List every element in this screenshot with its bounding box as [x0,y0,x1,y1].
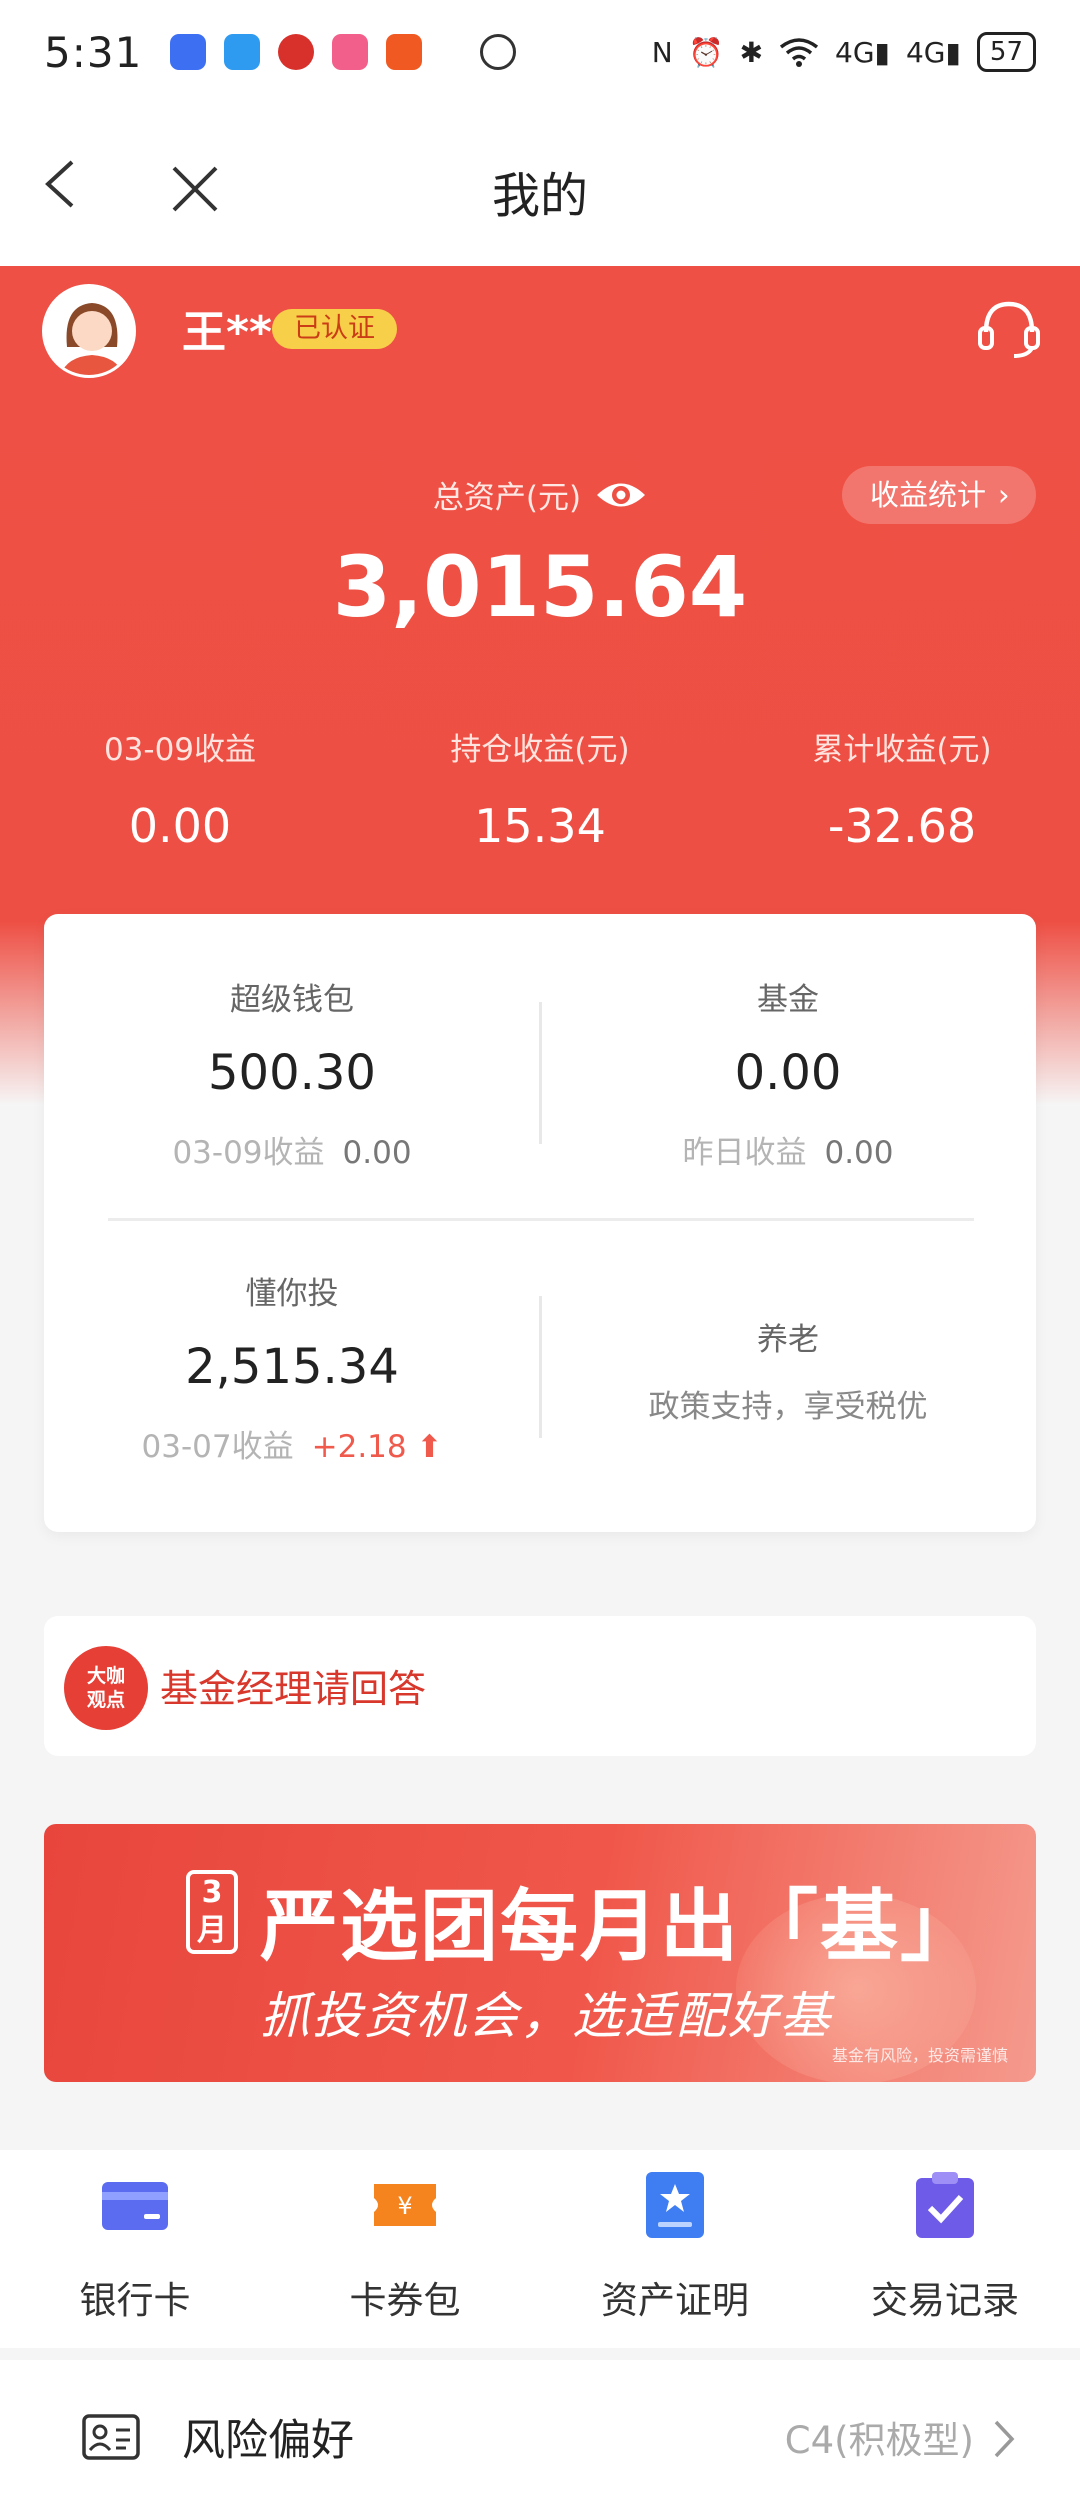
notification-icons [170,34,517,70]
asset-value: 2,515.34 [185,1339,399,1395]
customer-service-icon[interactable] [974,296,1044,362]
asset-sub: 03-07收益 +2.18 ⬆ [141,1429,443,1465]
metric-label: 累计收益(元) [812,732,992,768]
earnings-stats-label: 收益统计 [870,478,987,512]
message-notification-icon [224,34,261,70]
metric-label: 03-09收益 [103,732,257,768]
quick-action-label: 交易记录 [871,2279,1019,2322]
wifi-icon [779,38,819,67]
month-badge: 3 月 [186,1870,238,1954]
user-name: 王** [182,307,273,358]
avatar[interactable] [42,284,136,378]
records-icon [916,2172,974,2238]
asset-sub: 03-09收益 0.00 [172,1135,412,1171]
asset-breakdown-card: 超级钱包 500.30 03-09收益 0.00 基金 0.00 昨日收益 0.00… [44,914,1036,1532]
quick-action-coupons[interactable]: ¥ 卡券包 [270,2170,540,2324]
promo-banner[interactable]: 3 月 严选团每月出「基」 抓投资机会，选适配好基 基金有风险，投资需谨慎 [44,1824,1036,2082]
metric-value: -32.68 [827,799,977,853]
my-page-screen: 5:31 N ⏰ ✱ 4G▮ 4G▮ 57 我的 王** 已认证 总资产(元) … [0,0,1080,2504]
quick-action-label: 银行卡 [79,2279,191,2322]
fund-manager-title: 基金经理请回答 [160,1667,427,1711]
quick-actions: 银行卡 ¥ 卡券包 资产证明 交易记录 [0,2150,1080,2348]
asset-fund[interactable]: 基金 0.00 昨日收益 0.00 [540,974,1036,1172]
shopping-notification-icon [332,34,369,70]
eye-icon[interactable] [595,478,647,512]
arrow-up-icon: ⬆ [416,1429,443,1465]
metric-holding-earnings[interactable]: 持仓收益(元) 15.34 [370,724,710,853]
nav-bar: 我的 [0,104,1080,266]
quick-action-transactions[interactable]: 交易记录 [810,2170,1080,2324]
quick-action-label: 卡券包 [349,2279,461,2322]
app-notification-icon [170,34,207,70]
banner-disclaimer: 基金有风险，投资需谨慎 [831,2046,1008,2065]
certificate-icon [646,2172,704,2238]
total-assets-label: 总资产(元) [432,480,582,516]
metric-value: 0.00 [128,799,232,853]
bluetooth-icon: ✱ [739,35,764,69]
page-title: 我的 [491,168,588,224]
asset-label: 懂你投 [245,1276,339,1312]
status-time: 5:31 [44,27,143,77]
verified-badge: 已认证 [272,309,397,349]
bank-card-icon [102,2182,168,2230]
coupon-icon: ¥ [374,2184,436,2226]
metric-value: 15.34 [474,799,606,853]
banner-subtitle: 抓投资机会，选适配好基 [260,1987,832,2045]
earnings-stats-button[interactable]: 收益统计 › [842,466,1036,524]
id-card-icon [82,2414,140,2460]
asset-smart-invest[interactable]: 懂你投 2,515.34 03-07收益 +2.18 ⬆ [44,1268,540,1466]
asset-label: 基金 [757,982,819,1018]
signal-icon-2: 4G▮ [905,35,961,69]
asset-value: 0.00 [734,1045,842,1101]
quick-action-label: 资产证明 [601,2279,749,2322]
fund-manager-card[interactable]: 大咖 观点 基金经理请回答 [44,1616,1036,1756]
data-saver-icon [480,34,517,70]
fund-manager-logo: 大咖 观点 [64,1646,148,1730]
chevron-right-icon: › [998,478,1010,512]
pingan-notification-icon [386,34,423,70]
signal-icon-1: 4G▮ [835,35,890,69]
metric-daily-earnings[interactable]: 03-09收益 0.00 [10,724,350,853]
asset-value: 500.30 [208,1045,376,1101]
metric-label: 持仓收益(元) [450,732,630,768]
asset-sub: 昨日收益 0.00 [682,1135,894,1171]
quick-action-asset-certificate[interactable]: 资产证明 [540,2170,810,2324]
chevron-right-icon [994,2420,1015,2458]
alarm-icon: ⏰ [688,35,724,69]
total-assets-value: 3,015.64 [332,538,748,636]
svg-text:¥: ¥ [397,2192,412,2220]
risk-preference-row[interactable]: 风险偏好 C4(积极型) [0,2360,1080,2504]
quick-action-bank-card[interactable]: 银行卡 [0,2170,270,2324]
asset-pension[interactable]: 养老 政策支持，享受税优 [540,1314,1036,1426]
status-indicators: N ⏰ ✱ 4G▮ 4G▮ 57 [652,32,1036,72]
asset-super-wallet[interactable]: 超级钱包 500.30 03-09收益 0.00 [44,974,540,1172]
pension-description: 政策支持，享受税优 [648,1389,928,1425]
battery-icon: 57 [976,32,1036,72]
horizontal-divider [108,1218,974,1221]
asset-label: 超级钱包 [230,982,354,1018]
status-bar: 5:31 N ⏰ ✱ 4G▮ 4G▮ 57 [0,0,1080,104]
asset-label: 养老 [757,1322,819,1358]
bank-notification-icon [278,34,315,70]
risk-preference-value: C4(积极型) [784,2419,974,2462]
nfc-icon: N [651,35,673,69]
risk-preference-label: 风险偏好 [182,2416,354,2466]
banner-title: 严选团每月出「基」 [260,1882,981,1972]
metric-cumulative-earnings[interactable]: 累计收益(元) -32.68 [732,724,1072,853]
